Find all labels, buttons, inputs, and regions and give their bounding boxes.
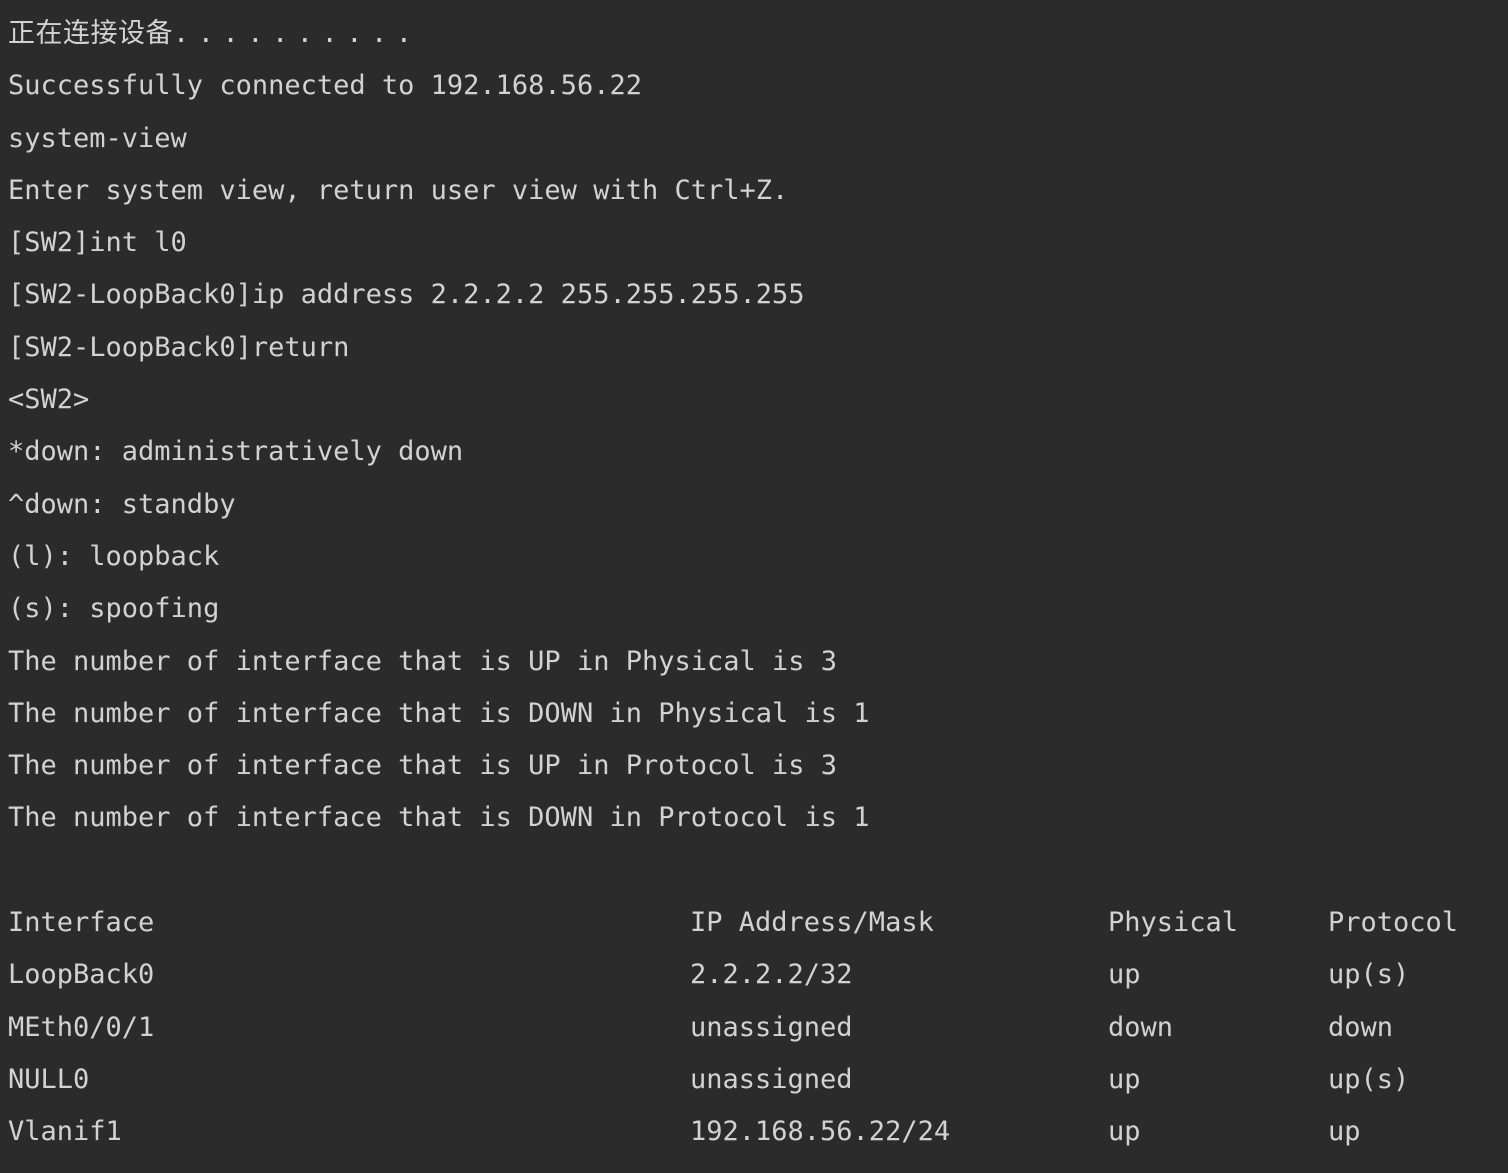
table-row: MEth0/0/1 unassigned down down xyxy=(8,1002,1508,1054)
command-int-l0: [SW2]int l0 xyxy=(8,227,187,259)
system-view-notice: Enter system view, return user view with… xyxy=(8,174,789,206)
cell-physical: up xyxy=(1108,1116,1141,1148)
cell-physical: up xyxy=(1108,959,1141,991)
legend-spoofing: (s): spoofing xyxy=(8,593,220,625)
cell-interface: NULL0 xyxy=(8,1063,90,1095)
header-interface: Interface xyxy=(8,907,155,939)
user-view-prompt: <SW2> xyxy=(8,384,90,416)
command-ip-address: [SW2-LoopBack0]ip address 2.2.2.2 255.25… xyxy=(8,279,805,311)
header-protocol: Protocol xyxy=(1328,907,1459,939)
counter-up-physical: The number of interface that is UP in Ph… xyxy=(8,645,838,677)
terminal-window[interactable]: 正在连接设备.......... Successfully connected … xyxy=(0,0,1508,1173)
cell-interface: MEth0/0/1 xyxy=(8,1011,155,1043)
cell-protocol: up xyxy=(1328,1116,1361,1148)
legend-admin-down: *down: administratively down xyxy=(8,436,464,468)
connecting-dots: .......... xyxy=(173,18,421,49)
cell-protocol: down xyxy=(1328,1011,1394,1043)
table-row: NULL0 unassigned up up(s) xyxy=(8,1054,1508,1106)
cell-interface: Vlanif1 xyxy=(8,1116,122,1148)
table-row: LoopBack0 2.2.2.2/32 up up(s) xyxy=(8,949,1508,1001)
header-physical: Physical xyxy=(1108,907,1239,939)
command-return: [SW2-LoopBack0]return xyxy=(8,331,350,363)
connected-line: Successfully connected to 192.168.56.22 xyxy=(8,70,642,102)
legend-loopback: (l): loopback xyxy=(8,540,220,572)
counter-down-physical: The number of interface that is DOWN in … xyxy=(8,697,870,729)
connecting-status-line: 正在连接设备.......... xyxy=(8,8,1508,60)
table-row: Vlanif1 192.168.56.22/24 up up xyxy=(8,1106,1508,1158)
cell-physical: down xyxy=(1108,1011,1174,1043)
counter-up-protocol: The number of interface that is UP in Pr… xyxy=(8,750,838,782)
connecting-label: 正在连接设备 xyxy=(8,18,173,49)
counter-down-protocol: The number of interface that is DOWN in … xyxy=(8,802,870,834)
cell-interface: LoopBack0 xyxy=(8,959,155,991)
terminal-screen[interactable]: 正在连接设备.......... Successfully connected … xyxy=(0,0,1508,1159)
table-header-row: Interface IP Address/Mask Physical Protocol xyxy=(8,897,1508,949)
cell-address: unassigned xyxy=(690,1063,853,1095)
cell-physical: up xyxy=(1108,1063,1141,1095)
cell-address: 192.168.56.22/24 xyxy=(690,1116,951,1148)
header-ip-address-mask: IP Address/Mask xyxy=(690,907,934,939)
command-system-view: system-view xyxy=(8,122,187,154)
cell-address: 2.2.2.2/32 xyxy=(690,959,853,991)
cell-protocol: up(s) xyxy=(1328,959,1410,991)
cell-protocol: up(s) xyxy=(1328,1063,1410,1095)
cell-address: unassigned xyxy=(690,1011,853,1043)
legend-standby: ^down: standby xyxy=(8,488,236,520)
